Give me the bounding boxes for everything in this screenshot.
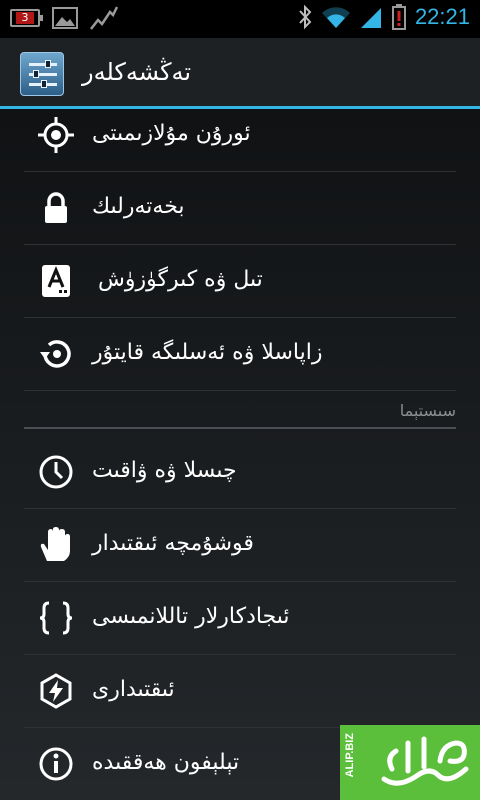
watermark-text: ALIP.BIZ xyxy=(344,733,356,778)
setting-item-datetime[interactable]: چىسلا ۋە ۋاقىت xyxy=(24,436,456,509)
setting-item-language[interactable]: تىل ۋە كىرگۈزۈش xyxy=(24,245,456,318)
battery-badge: 3 xyxy=(16,12,34,24)
settings-list: ئورۇن مۇلازىمىتى بخەتەرلىك تىل ۋە كىرگۈز… xyxy=(0,109,480,800)
setting-item-label: بخەتەرلىك xyxy=(92,194,185,219)
setting-item-accessibility[interactable]: قوشۇمچە ئىقتىدار xyxy=(24,509,456,582)
power-bolt-icon xyxy=(40,673,72,709)
setting-item-label: ئىجادكارلار تاللانمىسى xyxy=(92,604,290,629)
setting-item-label: چىسلا ۋە ۋاقىت xyxy=(92,458,237,483)
setting-item-security[interactable]: بخەتەرلىك xyxy=(24,172,456,245)
hand-icon xyxy=(40,527,70,561)
braces-icon xyxy=(39,601,73,635)
image-icon xyxy=(52,7,78,29)
setting-item-location[interactable]: ئورۇن مۇلازىمىتى xyxy=(24,99,456,172)
info-icon xyxy=(39,747,73,781)
setting-item-label: تىل ۋە كىرگۈزۈش xyxy=(98,267,263,292)
setting-item-backup[interactable]: زاپاسلا ۋە ئەسلىگە قايتۇر xyxy=(24,318,456,391)
lock-icon xyxy=(45,192,67,223)
setting-item-label: قوشۇمچە ئىقتىدار xyxy=(92,531,254,556)
action-bar: تەڭشەكلەر xyxy=(0,38,480,108)
battery-critical-icon xyxy=(391,4,406,30)
page-title: تەڭشەكلەر xyxy=(82,58,192,86)
setting-item-label: ئىقتىدارى xyxy=(92,677,175,702)
battery-alert-icon: 3 xyxy=(10,9,43,27)
setting-item-performance[interactable]: ئىقتىدارى xyxy=(24,655,456,728)
status-bar: 3 22:21 xyxy=(0,0,480,38)
setting-item-label: تېلېفون ھەققىدە xyxy=(92,750,240,775)
keyboard-a-icon xyxy=(42,265,70,297)
watermark-logo: ALIP.BIZ xyxy=(340,725,480,800)
setting-item-label: زاپاسلا ۋە ئەسلىگە قايتۇر xyxy=(92,340,323,365)
signal-icon xyxy=(360,8,381,28)
bluetooth-icon xyxy=(299,4,312,30)
restore-icon xyxy=(40,340,71,368)
wifi-icon xyxy=(321,7,350,28)
location-target-icon xyxy=(38,117,74,153)
setting-item-label: ئورۇن مۇلازىمىتى xyxy=(92,121,251,146)
status-time: 22:21 xyxy=(414,4,470,29)
setting-item-developer[interactable]: ئىجادكارلار تاللانمىسى xyxy=(24,582,456,655)
settings-sliders-icon[interactable] xyxy=(20,52,64,96)
section-title: سىستېما xyxy=(399,401,456,420)
alip-logo xyxy=(381,736,469,786)
activity-chart-icon xyxy=(90,6,118,30)
section-header-system: سىستېما xyxy=(24,399,456,429)
clock-icon xyxy=(39,455,73,489)
